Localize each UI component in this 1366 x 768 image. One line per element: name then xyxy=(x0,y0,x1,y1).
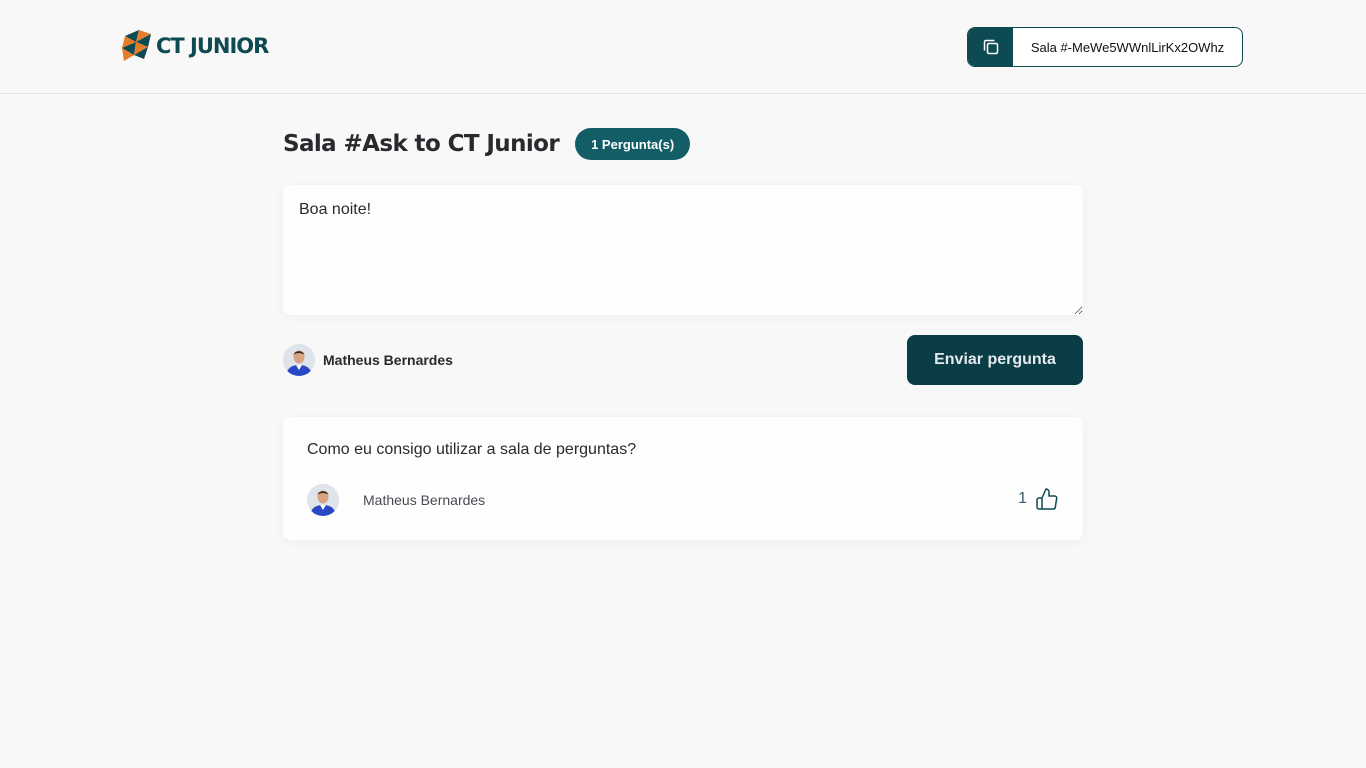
copy-icon xyxy=(983,39,998,55)
question-card: Como eu consigo utilizar a sala de pergu… xyxy=(283,417,1083,540)
current-user-name: Matheus Bernardes xyxy=(323,352,453,368)
room-title-row: Sala #Ask to CT Junior 1 Pergunta(s) xyxy=(283,128,691,160)
room-code-text: Sala #-MeWe5WWnlLirKx2OWhz xyxy=(1030,39,1225,55)
question-content: Como eu consigo utilizar a sala de pergu… xyxy=(307,441,637,458)
copy-icon-box xyxy=(968,28,1013,66)
question-count-badge: 1 Pergunta(s) xyxy=(575,128,691,160)
avatar xyxy=(283,344,315,376)
current-user-info: Matheus Bernardes xyxy=(283,344,453,376)
ct-junior-logo[interactable]: CT JUNIOR xyxy=(122,30,269,62)
question-author: Matheus Bernardes xyxy=(307,484,485,516)
like-count: 1 xyxy=(1018,490,1027,507)
question-form-footer: Matheus Bernardes Enviar pergunta xyxy=(283,335,1083,385)
page-title: Sala #Ask to CT Junior xyxy=(283,131,560,157)
page-header: CT JUNIOR Sala #-MeWe5WWnlLirKx2OWhz xyxy=(0,0,1366,94)
like-button[interactable]: 1 xyxy=(1018,487,1059,511)
room-code-copy-button[interactable]: Sala #-MeWe5WWnlLirKx2OWhz xyxy=(967,27,1243,67)
send-question-button[interactable]: Enviar pergunta xyxy=(907,335,1083,385)
logo-text: CT JUNIOR xyxy=(156,34,269,58)
logo-mark-icon xyxy=(122,30,151,61)
question-textarea[interactable] xyxy=(283,185,1083,315)
avatar xyxy=(307,484,339,516)
question-author-name: Matheus Bernardes xyxy=(363,492,486,508)
thumbs-up-icon xyxy=(1036,488,1058,510)
